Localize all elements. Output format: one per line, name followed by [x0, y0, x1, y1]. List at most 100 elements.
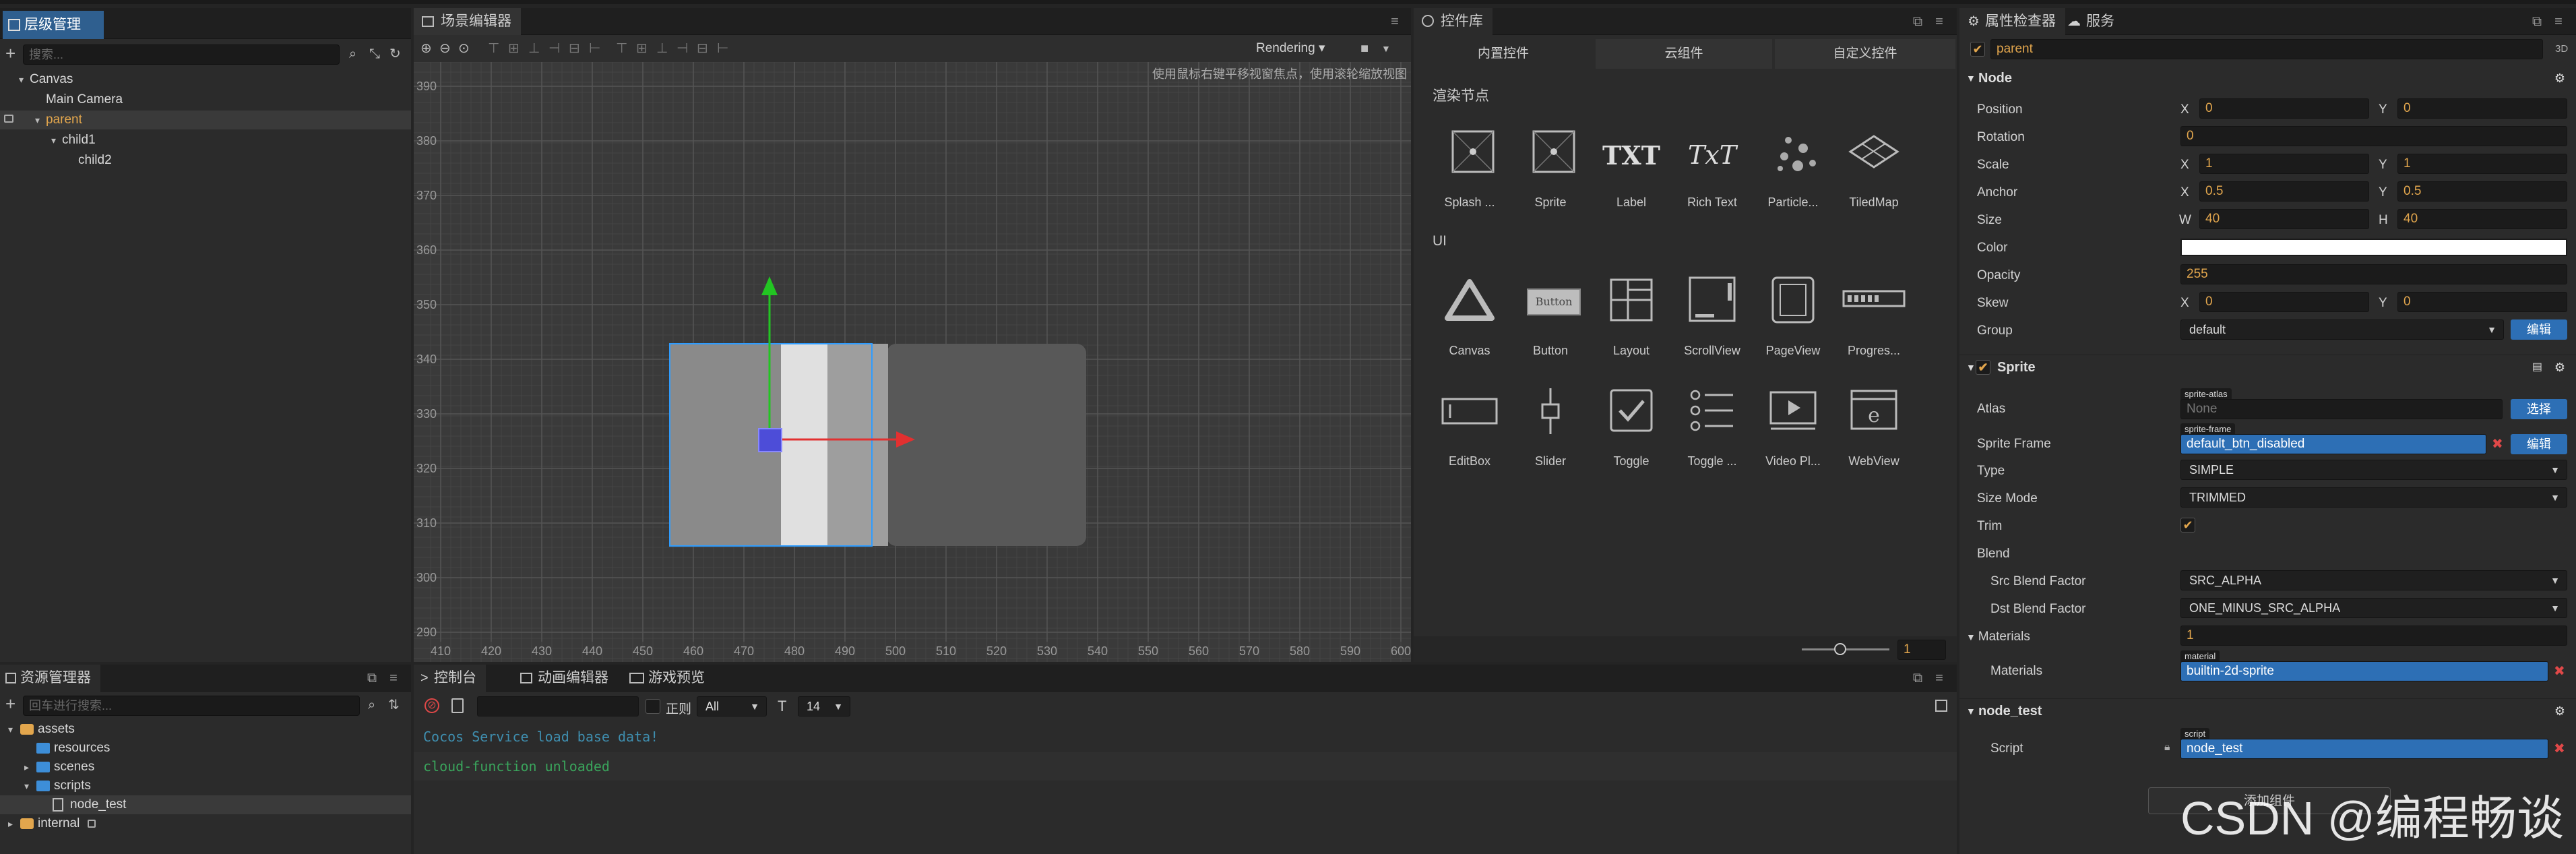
tree-node-main-camera[interactable]: Main Camera: [0, 90, 411, 109]
color-swatch[interactable]: [2180, 239, 2567, 256]
align-top-icon[interactable]: ⊤: [488, 42, 499, 55]
asset-node-assets[interactable]: ▾ assets: [0, 720, 411, 739]
gear-icon[interactable]: ⚙: [2554, 66, 2565, 90]
maximize-icon[interactable]: ⧉: [1911, 15, 1924, 28]
clear-icon[interactable]: ⊘: [425, 698, 439, 713]
distribute-left-icon[interactable]: ⊣: [677, 42, 688, 55]
console-log-line[interactable]: Cocos Service load base data!: [414, 723, 1957, 751]
console-log-line[interactable]: cloud-function unloaded: [414, 752, 1957, 781]
widget-layout[interactable]: Layout: [1594, 270, 1668, 364]
trim-checkbox[interactable]: ✔: [2180, 518, 2195, 532]
widget-button[interactable]: Button Button: [1513, 270, 1588, 364]
widget-progressbar[interactable]: Progres...: [1837, 270, 1911, 364]
atlas-input[interactable]: None: [2180, 399, 2503, 419]
sprite-enabled-checkbox[interactable]: ✔: [1976, 360, 1990, 375]
widget-tiledmap[interactable]: TiledMap: [1837, 121, 1911, 216]
asset-node-resources[interactable]: resources: [0, 739, 411, 758]
gear-icon[interactable]: ⚙: [2554, 355, 2565, 379]
tab-assets[interactable]: 资源管理器: [0, 665, 100, 692]
tab-game-preview[interactable]: 游戏预览: [621, 665, 714, 692]
widget-toggle[interactable]: Toggle: [1594, 380, 1668, 475]
zoom-out-icon[interactable]: ⊖: [439, 42, 451, 55]
widget-togglegroup[interactable]: Toggle ...: [1675, 380, 1749, 475]
size-h-input[interactable]: 40: [2397, 209, 2567, 229]
distribute-top-icon[interactable]: ⊤: [616, 42, 627, 55]
dst-blend-select[interactable]: ONE_MINUS_SRC_ALPHA: [2180, 598, 2567, 618]
tab-inspector[interactable]: ⚙ 属性检查器: [1959, 8, 2065, 35]
sprite-frame-input[interactable]: default_btn_disabled: [2180, 434, 2486, 454]
font-size-select[interactable]: 14: [798, 696, 850, 716]
align-middle-icon[interactable]: ⊞: [508, 42, 520, 55]
atlas-select-button[interactable]: 选择: [2511, 399, 2567, 419]
widget-scrollview[interactable]: ScrollView: [1675, 270, 1749, 364]
scale-y-input[interactable]: 1: [2397, 154, 2567, 174]
position-y-input[interactable]: 0: [2397, 98, 2567, 119]
widget-richtext[interactable]: TxT Rich Text: [1675, 121, 1749, 216]
panel-menu-icon[interactable]: ≡: [1388, 15, 1402, 28]
tab-console[interactable]: > 控制台: [414, 665, 486, 692]
widget-canvas[interactable]: Canvas: [1433, 270, 1507, 364]
search-icon[interactable]: ⌕: [349, 47, 356, 61]
size-w-input[interactable]: 40: [2199, 209, 2369, 229]
position-x-input[interactable]: 0: [2199, 98, 2369, 119]
sprite-section-header[interactable]: ▼ ✔ Sprite ▤ ⚙: [1959, 355, 2576, 379]
widget-sprite[interactable]: Sprite: [1513, 121, 1588, 216]
log-level-select[interactable]: All: [697, 696, 767, 716]
tab-widgets[interactable]: 控件库: [1414, 8, 1493, 35]
help-icon[interactable]: ▤: [2532, 355, 2542, 379]
tree-node-canvas[interactable]: ▾ Canvas: [0, 70, 411, 89]
widget-editbox[interactable]: EditBox: [1433, 380, 1507, 475]
opacity-input[interactable]: 255: [2180, 264, 2567, 284]
file-icon[interactable]: [451, 698, 464, 713]
subtab-cloud[interactable]: 云组件: [1596, 39, 1772, 69]
tree-arrow-icon[interactable]: ▾: [35, 111, 40, 129]
maximize-icon[interactable]: ⧉: [1911, 671, 1924, 685]
panel-menu-icon[interactable]: ≡: [1933, 671, 1946, 685]
size-mode-select[interactable]: TRIMMED: [2180, 487, 2567, 508]
rotation-input[interactable]: 0: [2180, 126, 2567, 146]
tab-animation[interactable]: 动画编辑器: [513, 665, 618, 692]
asset-node-scripts[interactable]: ▾ scripts: [0, 776, 411, 795]
panel-menu-icon[interactable]: ≡: [1933, 15, 1946, 28]
align-center-icon[interactable]: ⊟: [569, 42, 580, 55]
panel-menu-icon[interactable]: ≡: [387, 671, 400, 685]
widget-label-node[interactable]: TXT Label: [1594, 121, 1668, 216]
widget-videoplayer[interactable]: Video Pl...: [1756, 380, 1830, 475]
distribute-bottom-icon[interactable]: ⊥: [656, 42, 668, 55]
align-bottom-icon[interactable]: ⊥: [528, 42, 540, 55]
tree-arrow-icon[interactable]: ▾: [51, 131, 56, 150]
asset-node-internal[interactable]: ▸ internal: [0, 814, 411, 833]
tree-arrow-icon[interactable]: ▸: [8, 814, 13, 833]
chevron-down-icon[interactable]: ▼: [1381, 42, 1391, 55]
type-select[interactable]: SIMPLE: [2180, 460, 2567, 480]
script-input[interactable]: node_test: [2180, 739, 2548, 759]
distribute-middle-icon[interactable]: ⊞: [636, 42, 648, 55]
group-edit-button[interactable]: 编辑: [2511, 319, 2567, 340]
widget-webview[interactable]: e WebView: [1837, 380, 1911, 475]
subtab-builtin[interactable]: 内置控件: [1414, 39, 1593, 69]
panel-menu-icon[interactable]: ≡: [2552, 15, 2565, 28]
tree-node-child2[interactable]: child2: [0, 151, 411, 170]
tree-arrow-icon[interactable]: ▸: [24, 758, 29, 776]
group-select[interactable]: default: [2180, 319, 2504, 340]
clear-icon[interactable]: ✖: [2554, 740, 2565, 757]
widget-pageview[interactable]: PageView: [1756, 270, 1830, 364]
tab-hierarchy[interactable]: 层级管理器: [3, 11, 104, 61]
node-active-checkbox[interactable]: ✔: [1970, 42, 1985, 57]
widget-splash[interactable]: Splash ...: [1433, 121, 1507, 216]
sort-icon[interactable]: ⇅: [388, 698, 400, 712]
widget-slider[interactable]: Slider: [1513, 380, 1588, 475]
asset-node-scenes[interactable]: ▸ scenes: [0, 758, 411, 776]
maximize-icon[interactable]: ⧉: [365, 671, 379, 685]
asset-node-node-test[interactable]: node_test: [0, 795, 411, 814]
hierarchy-search-input[interactable]: 搜索...: [23, 44, 340, 65]
maximize-icon[interactable]: ⧉: [2530, 15, 2544, 28]
zoom-slider-handle[interactable]: [1834, 643, 1846, 655]
gear-icon[interactable]: ⚙: [2554, 699, 2565, 723]
subtab-custom[interactable]: 自定义控件: [1775, 39, 1955, 69]
tree-arrow-icon[interactable]: ▾: [24, 776, 29, 795]
zoom-input[interactable]: 1: [1897, 640, 1946, 660]
collapse-icon[interactable]: [1935, 700, 1947, 712]
align-right-icon[interactable]: ⊢: [589, 42, 600, 55]
skew-y-input[interactable]: 0: [2397, 292, 2567, 312]
